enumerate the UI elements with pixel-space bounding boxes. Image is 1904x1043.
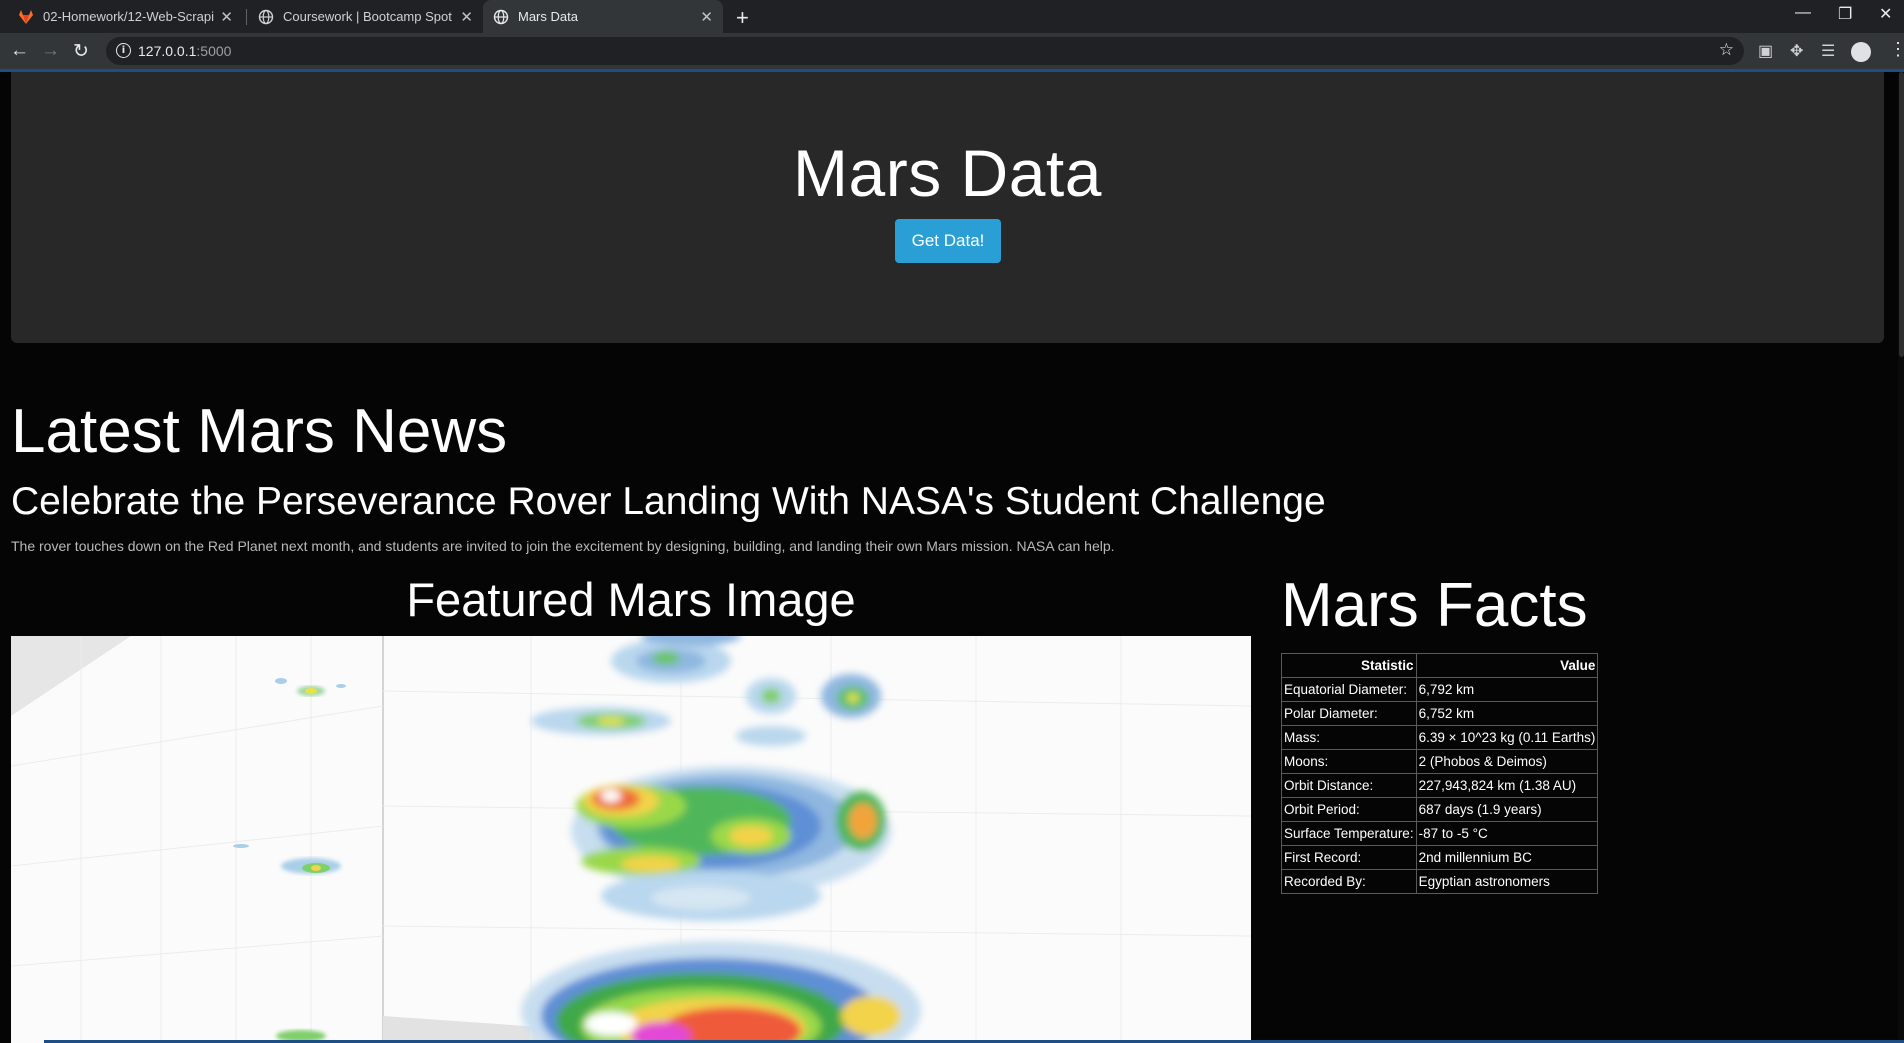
table-row: Surface Temperature: -87 to -5 °C (1281, 821, 1599, 846)
extension-icon[interactable]: ▣ (1758, 41, 1773, 61)
news-section-title: Latest Mars News (11, 397, 508, 466)
fact-value: -87 to -5 °C (1415, 821, 1599, 846)
reading-list-icon[interactable]: ☰ (1821, 41, 1835, 61)
table-row: Equatorial Diameter: 6,792 km (1281, 677, 1599, 702)
url-text: 127.0.0.1:5000 (138, 43, 231, 59)
minimize-icon[interactable]: — (1795, 4, 1811, 22)
table-row: Orbit Distance: 227,943,824 km (1.38 AU) (1281, 773, 1599, 798)
fact-value: 6,792 km (1415, 677, 1599, 702)
table-row: Recorded By: Egyptian astronomers (1281, 869, 1599, 894)
fact-statistic: Orbit Distance: (1281, 773, 1417, 798)
forward-icon[interactable]: → (41, 40, 60, 62)
fact-statistic: Moons: (1281, 749, 1417, 774)
fact-statistic: Polar Diameter: (1281, 701, 1417, 726)
tab-title: Mars Data (518, 9, 578, 24)
fact-value: 687 days (1.9 years) (1415, 797, 1599, 822)
table-row: Orbit Period: 687 days (1.9 years) (1281, 797, 1599, 822)
radar-plot-image (11, 636, 1251, 1043)
gitlab-icon (19, 9, 33, 24)
back-icon[interactable]: ← (10, 40, 29, 62)
jumbotron: Mars Data Get Data! (11, 72, 1884, 343)
news-teaser: The rover touches down on the Red Planet… (11, 538, 1115, 554)
close-icon[interactable]: ✕ (220, 8, 233, 26)
page-viewport: Mars Data Get Data! Latest Mars News Cel… (0, 72, 1904, 1043)
fact-value: 2nd millennium BC (1415, 845, 1599, 870)
get-data-button[interactable]: Get Data! (895, 219, 1001, 263)
restore-icon[interactable]: ❐ (1838, 4, 1852, 24)
news-headline: Celebrate the Perseverance Rover Landing… (11, 480, 1326, 523)
fact-statistic: Equatorial Diameter: (1281, 677, 1417, 702)
fact-statistic: Recorded By: (1281, 869, 1417, 894)
table-row: First Record: 2nd millennium BC (1281, 845, 1599, 870)
mars-facts-table: Statistic Value Equatorial Diameter: 6,7… (1281, 653, 1599, 894)
globe-icon (258, 9, 274, 24)
profile-avatar[interactable] (1851, 42, 1871, 62)
tab-title: Coursework | Bootcamp Spot (283, 9, 452, 24)
bookmark-star-icon[interactable]: ☆ (1719, 40, 1734, 60)
fact-statistic: Mass: (1281, 725, 1417, 750)
tab-title: 02-Homework/12-Web-Scraping (43, 9, 215, 24)
fact-statistic: First Record: (1281, 845, 1417, 870)
menu-icon[interactable]: ⋮ (1889, 39, 1904, 60)
close-window-icon[interactable]: ✕ (1879, 4, 1892, 24)
fact-value: 227,943,824 km (1.38 AU) (1415, 773, 1599, 798)
url-port: :5000 (196, 43, 232, 59)
address-bar[interactable]: i 127.0.0.1:5000 ☆ (106, 37, 1744, 65)
table-row: Mass: 6.39 × 10^23 kg (0.11 Earths) (1281, 725, 1599, 750)
tab-mars-data[interactable]: Mars Data ✕ (483, 0, 723, 33)
browser-toolbar: ← → ↻ i 127.0.0.1:5000 ☆ ▣ ✥ ☰ ⋮ (0, 33, 1904, 72)
url-host: 127.0.0.1 (138, 43, 197, 59)
tab-divider (246, 9, 247, 25)
column-header-statistic: Statistic (1281, 653, 1417, 678)
puzzle-icon[interactable]: ✥ (1790, 41, 1803, 61)
fact-value: Egyptian astronomers (1415, 869, 1599, 894)
globe-icon (493, 9, 509, 24)
fact-value: 6.39 × 10^23 kg (0.11 Earths) (1415, 725, 1599, 750)
new-tab-icon[interactable]: + (736, 5, 749, 31)
tab-coursework[interactable]: Coursework | Bootcamp Spot ✕ (248, 0, 483, 33)
fact-value: 2 (Phobos & Deimos) (1415, 749, 1599, 774)
featured-mars-image (11, 636, 1251, 1043)
page-title: Mars Data (793, 136, 1102, 210)
featured-image-title: Featured Mars Image (406, 573, 856, 626)
fact-statistic: Surface Temperature: (1281, 821, 1417, 846)
close-icon[interactable]: ✕ (460, 8, 473, 26)
fact-value: 6,752 km (1415, 701, 1599, 726)
table-header-row: Statistic Value (1281, 653, 1599, 678)
table-row: Moons: 2 (Phobos & Deimos) (1281, 749, 1599, 774)
table-row: Polar Diameter: 6,752 km (1281, 701, 1599, 726)
close-icon[interactable]: ✕ (700, 8, 713, 26)
reload-icon[interactable]: ↻ (73, 40, 89, 63)
column-header-value: Value (1415, 653, 1599, 678)
vertical-scrollbar[interactable] (1898, 72, 1904, 1043)
facts-section-title: Mars Facts (1281, 571, 1588, 640)
site-info-icon[interactable]: i (116, 43, 131, 58)
browser-tab-strip: 02-Homework/12-Web-Scraping ✕ Coursework… (0, 0, 1904, 33)
fact-statistic: Orbit Period: (1281, 797, 1417, 822)
tab-homework[interactable]: 02-Homework/12-Web-Scraping ✕ (8, 0, 243, 33)
scrollbar-thumb[interactable] (1899, 72, 1904, 357)
